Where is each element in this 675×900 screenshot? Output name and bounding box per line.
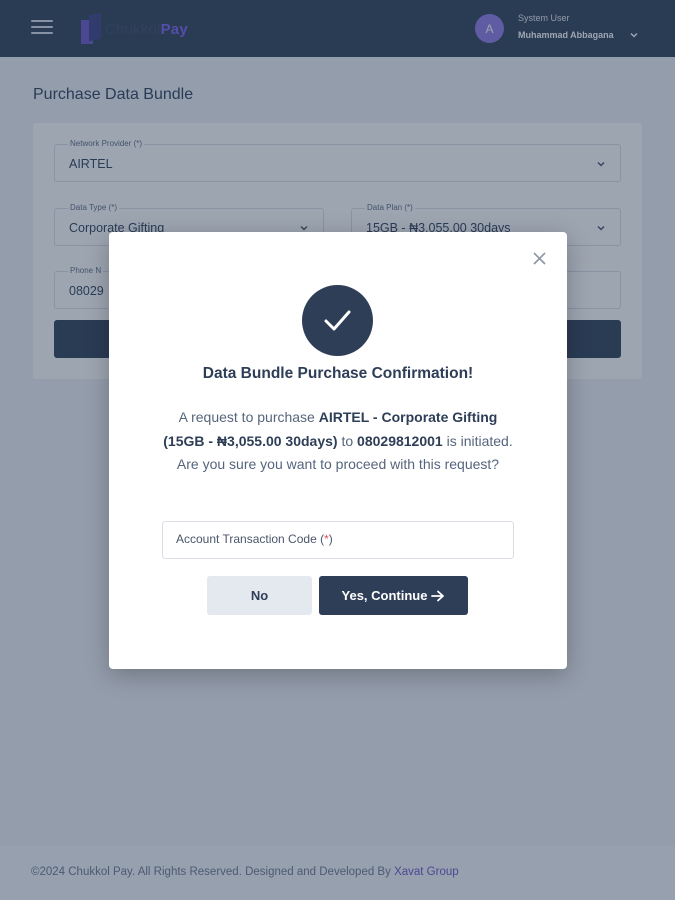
yes-continue-label: Yes, Continue bbox=[341, 588, 428, 603]
modal-message: A request to purchase AIRTEL - Corporate… bbox=[163, 409, 513, 472]
check-icon bbox=[324, 310, 351, 331]
arrow-right-icon bbox=[431, 590, 445, 601]
close-icon[interactable] bbox=[530, 249, 549, 268]
msg-plan: (15GB - ₦3,055.00 30days) bbox=[163, 432, 338, 449]
yes-continue-button[interactable]: Yes, Continue bbox=[319, 576, 468, 615]
modal-title: Data Bundle Purchase Confirmation! bbox=[202, 365, 474, 382]
confirmation-modal: Data Bundle Purchase Confirmation! A req… bbox=[109, 232, 567, 669]
account-transaction-code-input[interactable] bbox=[162, 521, 514, 559]
msg-provider-type: AIRTEL - Corporate Gifting bbox=[318, 409, 498, 425]
msg-phone: 08029812001 bbox=[357, 432, 443, 449]
no-button[interactable]: No bbox=[207, 576, 312, 615]
success-badge bbox=[302, 285, 373, 356]
